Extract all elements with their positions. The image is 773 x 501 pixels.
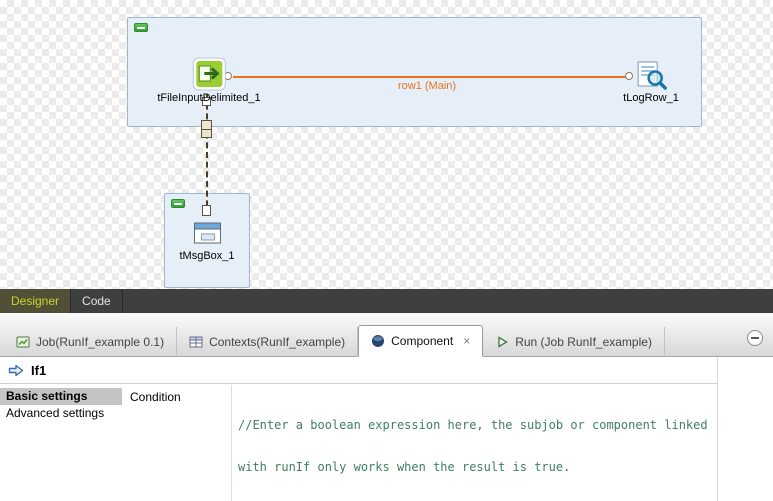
minimize-panel-button[interactable] [747, 330, 763, 346]
component-view: If1 Basic settings Advanced settings Con… [0, 357, 773, 501]
tab-contexts[interactable]: Contexts(RunIf_example) [177, 327, 358, 357]
tab-code[interactable]: Code [71, 289, 123, 313]
settings-nav: Basic settings Advanced settings [0, 385, 122, 501]
bottom-panel-tabbar: Job(RunIf_example 0.1) Contexts(RunIf_ex… [0, 313, 773, 357]
tab-job[interactable]: Job(RunIf_example 0.1) [4, 327, 177, 357]
tab-contexts-label: Contexts(RunIf_example) [209, 335, 345, 349]
connection-row1-main[interactable] [233, 76, 629, 78]
panel-right-divider [717, 357, 718, 501]
tab-run[interactable]: Run (Job RunIf_example) [483, 327, 665, 357]
run-tab-icon [495, 335, 509, 349]
tab-job-label: Job(RunIf_example 0.1) [36, 335, 164, 349]
collapse-subjob-icon[interactable] [171, 199, 185, 208]
trigger-anchor-icon [202, 205, 211, 216]
if-arrow-icon [8, 364, 24, 377]
job-tab-icon [16, 335, 30, 349]
editor-mode-tabbar: Designer Code [0, 289, 773, 313]
tab-code-label: Code [82, 294, 111, 308]
design-canvas[interactable]: row1 (Main) tFileInputDelimited_1 [0, 0, 773, 289]
settings-nav-advanced[interactable]: Advanced settings [0, 405, 122, 422]
condition-comment-line: with runIf only works when the result is… [238, 460, 717, 474]
component-label: tFileInputDelimited_1 [157, 92, 260, 104]
component-tfileinputdelimited[interactable]: tFileInputDelimited_1 [157, 57, 260, 104]
collapse-subjob-icon[interactable] [134, 23, 148, 32]
component-label: tLogRow_1 [623, 92, 679, 104]
component-tlogrow[interactable]: tLogRow_1 [623, 59, 679, 104]
condition-label: Condition [130, 390, 181, 404]
connection-label[interactable]: row1 (Main) [398, 80, 456, 92]
contexts-tab-icon [189, 335, 203, 349]
close-tab-icon[interactable]: × [463, 335, 470, 347]
component-title: If1 [31, 363, 46, 378]
component-tab-icon [371, 334, 385, 348]
tlogrow-icon[interactable] [635, 59, 667, 91]
condition-comment-line: //Enter a boolean expression here, the s… [238, 418, 717, 432]
tab-designer[interactable]: Designer [0, 289, 71, 313]
runif-trigger-link[interactable] [206, 94, 208, 216]
tab-run-label: Run (Job RunIf_example) [515, 335, 652, 349]
tfileinputdelimited-icon[interactable] [192, 57, 226, 91]
trigger-midpoint-icon [201, 120, 212, 138]
tab-component-label: Component [391, 334, 453, 348]
tmsgbox-icon[interactable] [191, 219, 223, 249]
condition-editor[interactable]: //Enter a boolean expression here, the s… [231, 385, 717, 501]
settings-nav-basic[interactable]: Basic settings [0, 388, 122, 405]
component-title-row: If1 [0, 357, 718, 384]
component-label: tMsgBox_1 [179, 250, 234, 262]
tab-component[interactable]: Component × [358, 325, 483, 357]
tab-designer-label: Designer [11, 294, 59, 308]
talend-window: row1 (Main) tFileInputDelimited_1 [0, 0, 773, 501]
component-tmsgbox[interactable]: tMsgBox_1 [179, 219, 234, 262]
